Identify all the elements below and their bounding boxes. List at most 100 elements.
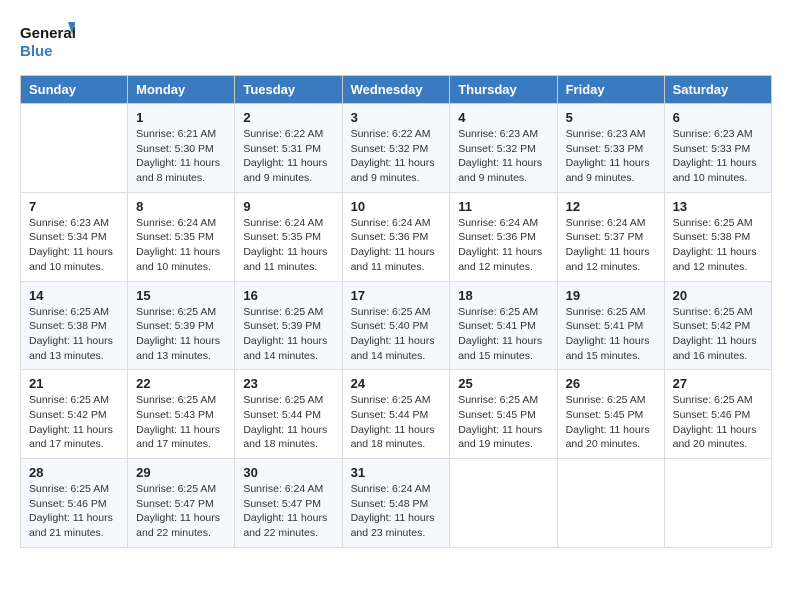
day-cell [557,459,664,548]
day-number: 18 [458,288,548,303]
day-cell: 28 Sunrise: 6:25 AM Sunset: 5:46 PM Dayli… [21,459,128,548]
day-cell: 3 Sunrise: 6:22 AM Sunset: 5:32 PM Daylig… [342,104,450,193]
svg-text:General: General [20,25,75,42]
header-cell-monday: Monday [128,76,235,104]
day-info: Sunrise: 6:25 AM Sunset: 5:45 PM Dayligh… [566,393,656,452]
day-cell: 1Sunrise: 6:21 AM Sunset: 5:30 PM Daylig… [128,104,235,193]
header-cell-thursday: Thursday [450,76,557,104]
day-number: 3 [351,110,442,125]
day-cell: 4Sunrise: 6:23 AM Sunset: 5:32 PM Daylig… [450,104,557,193]
page-header: General Blue [20,20,772,65]
day-number: 8 [136,199,226,214]
day-info: Sunrise: 6:25 AM Sunset: 5:38 PM Dayligh… [673,216,763,275]
day-info: Sunrise: 6:22 AM Sunset: 5:32 PM Dayligh… [351,127,442,186]
day-cell: 22 Sunrise: 6:25 AM Sunset: 5:43 PM Dayli… [128,370,235,459]
day-number: 20 [673,288,763,303]
day-info: Sunrise: 6:25 AM Sunset: 5:46 PM Dayligh… [29,482,119,541]
day-info: Sunrise: 6:24 AM Sunset: 5:35 PM Dayligh… [243,216,333,275]
day-number: 2 [243,110,333,125]
day-info: Sunrise: 6:24 AM Sunset: 5:36 PM Dayligh… [351,216,442,275]
week-row-5: 28 Sunrise: 6:25 AM Sunset: 5:46 PM Dayli… [21,459,772,548]
day-number: 7 [29,199,119,214]
calendar-table: SundayMondayTuesdayWednesdayThursdayFrid… [20,75,772,548]
day-info: Sunrise: 6:25 AM Sunset: 5:38 PM Dayligh… [29,305,119,364]
day-info: Sunrise: 6:23 AM Sunset: 5:33 PM Dayligh… [673,127,763,186]
day-number: 27 [673,376,763,391]
day-info: Sunrise: 6:25 AM Sunset: 5:42 PM Dayligh… [29,393,119,452]
header-row: SundayMondayTuesdayWednesdayThursdayFrid… [21,76,772,104]
week-row-1: 1Sunrise: 6:21 AM Sunset: 5:30 PM Daylig… [21,104,772,193]
day-cell: 17 Sunrise: 6:25 AM Sunset: 5:40 PM Dayli… [342,281,450,370]
day-info: Sunrise: 6:24 AM Sunset: 5:37 PM Dayligh… [566,216,656,275]
day-cell: 26 Sunrise: 6:25 AM Sunset: 5:45 PM Dayli… [557,370,664,459]
day-number: 24 [351,376,442,391]
day-number: 1 [136,110,226,125]
header-cell-wednesday: Wednesday [342,76,450,104]
day-cell: 31 Sunrise: 6:24 AM Sunset: 5:48 PM Dayli… [342,459,450,548]
day-cell [21,104,128,193]
day-info: Sunrise: 6:25 AM Sunset: 5:41 PM Dayligh… [458,305,548,364]
day-cell: 14Sunrise: 6:25 AM Sunset: 5:38 PM Dayli… [21,281,128,370]
day-info: Sunrise: 6:22 AM Sunset: 5:31 PM Dayligh… [243,127,333,186]
day-cell: 27Sunrise: 6:25 AM Sunset: 5:46 PM Dayli… [664,370,771,459]
day-info: Sunrise: 6:25 AM Sunset: 5:40 PM Dayligh… [351,305,442,364]
logo: General Blue [20,20,75,65]
day-cell: 13Sunrise: 6:25 AM Sunset: 5:38 PM Dayli… [664,192,771,281]
day-cell: 18 Sunrise: 6:25 AM Sunset: 5:41 PM Dayli… [450,281,557,370]
day-number: 29 [136,465,226,480]
day-number: 22 [136,376,226,391]
day-number: 28 [29,465,119,480]
day-info: Sunrise: 6:25 AM Sunset: 5:44 PM Dayligh… [243,393,333,452]
day-info: Sunrise: 6:25 AM Sunset: 5:41 PM Dayligh… [566,305,656,364]
day-number: 17 [351,288,442,303]
day-cell: 24 Sunrise: 6:25 AM Sunset: 5:44 PM Dayli… [342,370,450,459]
day-cell: 21 Sunrise: 6:25 AM Sunset: 5:42 PM Dayli… [21,370,128,459]
day-cell [664,459,771,548]
day-number: 15 [136,288,226,303]
day-cell: 6 Sunrise: 6:23 AM Sunset: 5:33 PM Daylig… [664,104,771,193]
day-cell: 30 Sunrise: 6:24 AM Sunset: 5:47 PM Dayli… [235,459,342,548]
day-cell: 8Sunrise: 6:24 AM Sunset: 5:35 PM Daylig… [128,192,235,281]
day-number: 16 [243,288,333,303]
day-number: 19 [566,288,656,303]
day-number: 21 [29,376,119,391]
day-cell: 9Sunrise: 6:24 AM Sunset: 5:35 PM Daylig… [235,192,342,281]
day-cell: 10 Sunrise: 6:24 AM Sunset: 5:36 PM Dayli… [342,192,450,281]
day-cell: 5 Sunrise: 6:23 AM Sunset: 5:33 PM Daylig… [557,104,664,193]
day-info: Sunrise: 6:25 AM Sunset: 5:42 PM Dayligh… [673,305,763,364]
logo-svg: General Blue [20,20,75,65]
day-info: Sunrise: 6:25 AM Sunset: 5:39 PM Dayligh… [243,305,333,364]
day-info: Sunrise: 6:25 AM Sunset: 5:47 PM Dayligh… [136,482,226,541]
day-info: Sunrise: 6:25 AM Sunset: 5:45 PM Dayligh… [458,393,548,452]
day-number: 10 [351,199,442,214]
day-info: Sunrise: 6:24 AM Sunset: 5:48 PM Dayligh… [351,482,442,541]
day-number: 6 [673,110,763,125]
day-number: 11 [458,199,548,214]
day-info: Sunrise: 6:24 AM Sunset: 5:47 PM Dayligh… [243,482,333,541]
day-number: 26 [566,376,656,391]
day-info: Sunrise: 6:25 AM Sunset: 5:43 PM Dayligh… [136,393,226,452]
week-row-2: 7Sunrise: 6:23 AM Sunset: 5:34 PM Daylig… [21,192,772,281]
day-cell: 16 Sunrise: 6:25 AM Sunset: 5:39 PM Dayli… [235,281,342,370]
day-info: Sunrise: 6:23 AM Sunset: 5:32 PM Dayligh… [458,127,548,186]
day-info: Sunrise: 6:25 AM Sunset: 5:39 PM Dayligh… [136,305,226,364]
day-cell: 20 Sunrise: 6:25 AM Sunset: 5:42 PM Dayli… [664,281,771,370]
header-cell-friday: Friday [557,76,664,104]
day-cell: 7Sunrise: 6:23 AM Sunset: 5:34 PM Daylig… [21,192,128,281]
day-number: 25 [458,376,548,391]
day-number: 5 [566,110,656,125]
day-cell: 19 Sunrise: 6:25 AM Sunset: 5:41 PM Dayli… [557,281,664,370]
day-number: 30 [243,465,333,480]
day-info: Sunrise: 6:25 AM Sunset: 5:44 PM Dayligh… [351,393,442,452]
day-number: 31 [351,465,442,480]
day-cell: 23Sunrise: 6:25 AM Sunset: 5:44 PM Dayli… [235,370,342,459]
day-cell: 2 Sunrise: 6:22 AM Sunset: 5:31 PM Daylig… [235,104,342,193]
day-cell: 25 Sunrise: 6:25 AM Sunset: 5:45 PM Dayli… [450,370,557,459]
day-number: 12 [566,199,656,214]
day-cell [450,459,557,548]
day-info: Sunrise: 6:23 AM Sunset: 5:33 PM Dayligh… [566,127,656,186]
day-cell: 11Sunrise: 6:24 AM Sunset: 5:36 PM Dayli… [450,192,557,281]
header-cell-sunday: Sunday [21,76,128,104]
week-row-4: 21 Sunrise: 6:25 AM Sunset: 5:42 PM Dayli… [21,370,772,459]
day-cell: 29 Sunrise: 6:25 AM Sunset: 5:47 PM Dayli… [128,459,235,548]
